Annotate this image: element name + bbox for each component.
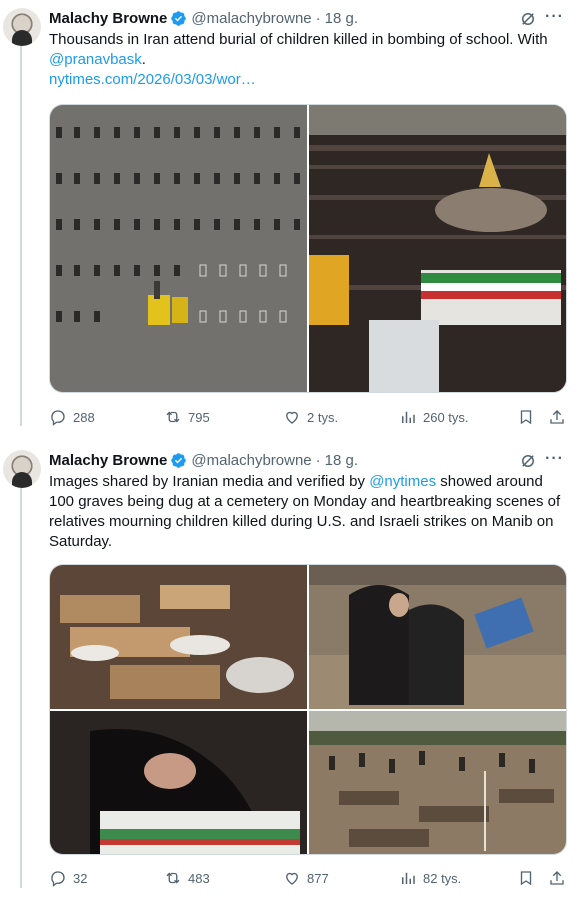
reply-count: 288 — [73, 409, 95, 425]
views-count: 82 tys. — [423, 870, 462, 886]
more-icon[interactable]: ··· — [545, 450, 564, 468]
verified-badge-icon — [171, 452, 187, 468]
like-count: 2 tys. — [307, 409, 339, 425]
media-image-coffins[interactable] — [50, 565, 307, 709]
media-image-mourners[interactable] — [309, 565, 567, 709]
share-button[interactable] — [548, 406, 572, 428]
tweet-text: Thousands in Iran attend burial of child… — [49, 30, 571, 90]
like-icon — [286, 411, 298, 424]
like-button[interactable]: 2 tys. — [283, 406, 338, 428]
repost-button[interactable]: 483 — [164, 867, 210, 889]
views-button[interactable]: 260 tys. — [399, 406, 469, 428]
author-name[interactable]: Malachy Browne — [49, 10, 167, 27]
views-button[interactable]: 82 tys. — [399, 867, 461, 889]
bookmark-icon — [520, 871, 532, 886]
avatar[interactable] — [3, 450, 41, 488]
repost-button[interactable]: 795 — [164, 406, 210, 428]
tweet-text-part: Images shared by Iranian media and verif… — [49, 473, 366, 490]
bookmark-button[interactable] — [517, 406, 541, 428]
like-icon — [286, 872, 298, 885]
repost-icon — [166, 872, 180, 884]
more-icon[interactable]: ··· — [545, 8, 564, 26]
thread-line — [20, 46, 22, 426]
media-grid[interactable] — [49, 104, 567, 393]
tweet-actions: 32 483 877 82 tys. — [49, 867, 571, 889]
tweet-text: Images shared by Iranian media and verif… — [49, 472, 571, 552]
author-handle[interactable]: @malachybrowne — [191, 452, 311, 469]
like-count: 877 — [307, 870, 329, 886]
tweet-time[interactable]: 18 g. — [325, 452, 358, 469]
tweet-text-part: . — [141, 51, 146, 68]
avatar[interactable] — [3, 8, 41, 46]
url-link[interactable]: nytimes.com/2026/03/03/wor… — [49, 71, 256, 88]
media-image-graves-aerial[interactable] — [50, 105, 307, 393]
reply-icon — [51, 410, 65, 426]
grok-icon[interactable] — [519, 10, 537, 28]
reply-count: 32 — [73, 870, 88, 886]
repost-icon — [166, 411, 180, 423]
share-icon — [550, 871, 564, 885]
bookmark-icon — [520, 410, 532, 425]
tweet-header: Malachy Browne @malachybrowne · 18 g. — [49, 8, 358, 28]
tweet-actions: 288 795 2 tys. 260 tys. — [49, 406, 571, 428]
thread-line — [20, 488, 22, 888]
separator-dot: · — [315, 9, 321, 27]
like-button[interactable]: 877 — [283, 867, 329, 889]
tweet-text-part: Thousands in Iran attend burial of child… — [49, 31, 548, 48]
views-icon — [402, 872, 415, 884]
tweet-time[interactable]: 18 g. — [325, 10, 358, 27]
media-image-cemetery[interactable] — [309, 711, 567, 855]
reply-icon — [51, 871, 65, 887]
share-button[interactable] — [548, 867, 572, 889]
views-count: 260 tys. — [423, 409, 469, 425]
grok-icon[interactable] — [519, 452, 537, 470]
bookmark-button[interactable] — [517, 867, 541, 889]
repost-count: 795 — [188, 409, 210, 425]
mention-link[interactable]: @pranavbask — [49, 51, 142, 68]
media-image-crowd[interactable] — [309, 105, 567, 393]
views-icon — [402, 411, 415, 423]
author-name[interactable]: Malachy Browne — [49, 452, 167, 469]
reply-button[interactable]: 32 — [49, 867, 87, 889]
media-image-grieving-woman[interactable] — [50, 711, 307, 855]
separator-dot: · — [315, 451, 321, 469]
mention-link[interactable]: @nytimes — [369, 473, 436, 490]
share-icon — [550, 410, 564, 424]
media-grid[interactable] — [49, 564, 567, 855]
author-handle[interactable]: @malachybrowne — [191, 10, 311, 27]
repost-count: 483 — [188, 870, 210, 886]
verified-badge-icon — [171, 10, 187, 26]
tweet-header: Malachy Browne @malachybrowne · 18 g. — [49, 450, 358, 470]
reply-button[interactable]: 288 — [49, 406, 95, 428]
